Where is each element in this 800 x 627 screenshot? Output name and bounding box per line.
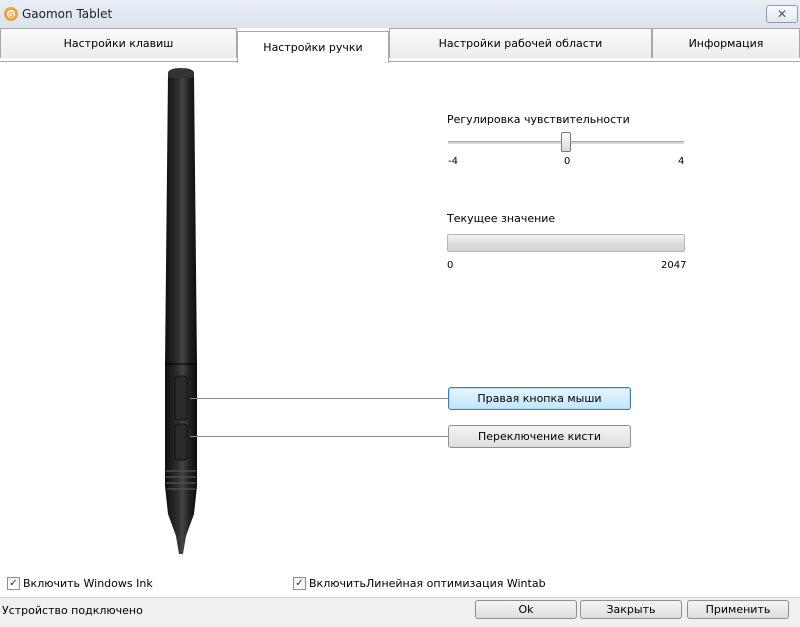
- checkmark-icon: ✓: [9, 578, 18, 589]
- tab-label: Информация: [688, 37, 764, 50]
- windows-ink-checkbox[interactable]: ✓: [7, 577, 20, 590]
- ok-button[interactable]: Ok: [475, 600, 577, 619]
- apply-button-label: Применить: [705, 603, 771, 616]
- sensitivity-slider-thumb[interactable]: [561, 132, 571, 152]
- title-bar: G Gaomon Tablet ✕: [0, 0, 800, 28]
- close-window-button[interactable]: ✕: [766, 5, 798, 23]
- tab-pen-settings[interactable]: Настройки ручки: [237, 31, 389, 63]
- apply-button[interactable]: Применить: [687, 600, 789, 619]
- close-button-label: Закрыть: [606, 603, 656, 616]
- close-icon: ✕: [776, 7, 788, 21]
- tab-work-area-settings[interactable]: Настройки рабочей области: [389, 28, 652, 58]
- upper-pen-button-label: Правая кнопка мыши: [477, 392, 602, 405]
- tab-label: Настройки рабочей области: [438, 37, 603, 50]
- current-value-max: 2047: [661, 260, 687, 271]
- windows-ink-option[interactable]: ✓ Включить Windows Ink: [7, 577, 153, 590]
- pen-settings-panel: [0, 61, 800, 573]
- lower-pen-button-label: Переключение кисти: [478, 430, 601, 443]
- lower-button-leader-line: [190, 436, 448, 437]
- lower-pen-button-mapping[interactable]: Переключение кисти: [448, 425, 631, 448]
- tab-label: Настройки клавиш: [63, 37, 174, 50]
- wintab-checkbox[interactable]: ✓: [293, 577, 306, 590]
- close-button[interactable]: Закрыть: [580, 600, 682, 619]
- gaomon-logo-icon: G: [4, 7, 18, 21]
- pen-illustration: [165, 68, 197, 554]
- ok-button-label: Ok: [518, 603, 534, 616]
- windows-ink-label: Включить Windows Ink: [23, 577, 153, 590]
- wintab-option[interactable]: ✓ ВключитьЛинейная оптимизация Wintab: [293, 577, 546, 590]
- upper-pen-button-mapping[interactable]: Правая кнопка мыши: [448, 387, 631, 410]
- sensitivity-max-label: 4: [678, 156, 685, 167]
- current-value-label: Текущее значение: [447, 212, 556, 225]
- tab-label: Настройки ручки: [263, 41, 363, 54]
- sensitivity-label: Регулировка чувствительности: [447, 113, 630, 126]
- tab-info[interactable]: Информация: [652, 28, 800, 58]
- status-text: Устройство подключено: [2, 604, 143, 617]
- current-value-min: 0: [447, 260, 454, 271]
- sensitivity-mid-label: 0: [564, 156, 571, 167]
- current-value-bar: [447, 234, 685, 252]
- window-title: Gaomon Tablet: [22, 7, 113, 21]
- wintab-label: ВключитьЛинейная оптимизация Wintab: [309, 577, 546, 590]
- checkmark-icon: ✓: [295, 578, 304, 589]
- upper-button-leader-line: [190, 398, 448, 399]
- sensitivity-min-label: -4: [448, 156, 458, 167]
- svg-text:G: G: [8, 11, 13, 19]
- tab-key-settings[interactable]: Настройки клавиш: [0, 28, 237, 58]
- tab-bar: Настройки клавиш Настройки ручки Настрой…: [0, 28, 800, 63]
